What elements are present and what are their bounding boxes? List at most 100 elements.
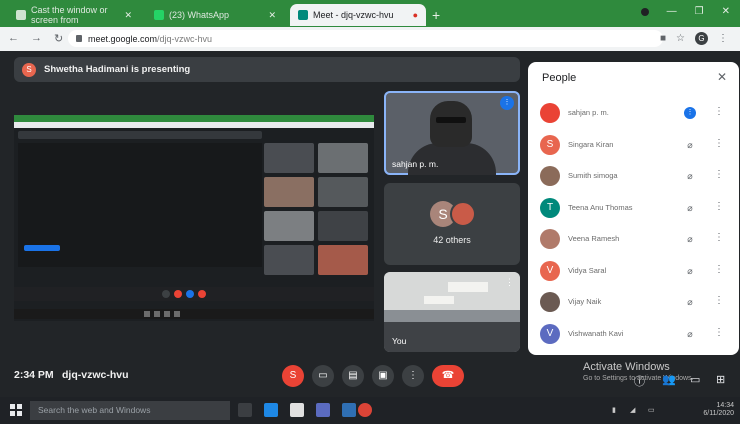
store-icon[interactable] <box>290 403 304 417</box>
more-vert-icon[interactable]: ⋮ <box>714 106 724 117</box>
menu-kebab-icon[interactable]: ⋮ <box>718 33 728 44</box>
url-bar[interactable]: meet.google.com/djq-vzwc-hvu <box>68 30 663 47</box>
chat-icon[interactable]: ▭ <box>690 373 700 386</box>
leave-call-button[interactable]: ☎ <box>432 365 464 387</box>
participant-row[interactable]: Veena Ramesh ⌀ ⋮ <box>538 228 728 250</box>
participant-name: sahjan p. m. <box>392 159 439 169</box>
back-icon[interactable]: ← <box>8 32 19 45</box>
participant-tile-self[interactable]: ⋮ You <box>384 272 520 352</box>
participant-tile-speaker[interactable]: ⋮ sahjan p. m. <box>384 91 520 175</box>
camera-permission-icon[interactable]: ■ <box>660 33 666 44</box>
close-tab-icon[interactable]: ✕ <box>268 10 276 21</box>
close-tab-icon[interactable]: ✕ <box>124 10 132 21</box>
people-icon[interactable]: 👥 <box>662 373 676 386</box>
camera-button[interactable]: ▭ <box>312 365 334 387</box>
self-video-light <box>424 296 454 304</box>
close-tab-icon[interactable]: ● <box>413 10 418 20</box>
more-vert-icon[interactable]: ⋮ <box>714 201 724 212</box>
mic-muted-icon[interactable]: ⌀ <box>684 296 696 308</box>
lock-icon <box>76 35 82 42</box>
speaking-indicator-icon: ⋮ <box>500 96 514 110</box>
participant-name: You <box>392 336 407 346</box>
participant-avatar: T <box>540 197 560 218</box>
mic-muted-icon[interactable]: ⌀ <box>684 170 696 182</box>
tile-more-icon[interactable]: ⋮ <box>505 277 514 288</box>
shared-tab-strip <box>14 115 374 122</box>
more-vert-icon: ⋮ <box>408 370 418 381</box>
forward-icon[interactable]: → <box>31 32 42 45</box>
windows-start-icon[interactable] <box>10 404 22 416</box>
battery-icon[interactable]: ▭ <box>648 406 655 414</box>
shared-tile <box>264 177 314 207</box>
browser-tab-whatsapp[interactable]: (23) WhatsApp ✕ <box>146 4 284 26</box>
system-clock[interactable]: 14:34 6/11/2020 <box>703 402 734 418</box>
shared-tile <box>264 211 314 241</box>
bookmark-star-icon[interactable]: ☆ <box>676 33 685 44</box>
network-icon[interactable]: ▮ <box>612 406 616 414</box>
browser-tab-meet[interactable]: Meet - djq-vzwc-hvu ● <box>290 4 426 26</box>
taskbar-search[interactable]: Search the web and Windows <box>30 401 230 420</box>
participant-avatar: S <box>540 134 560 155</box>
clock-date: 6/11/2020 <box>703 410 734 417</box>
task-view-icon[interactable] <box>238 403 252 417</box>
teams-icon[interactable] <box>316 403 330 417</box>
nav-buttons: ← → ↻ <box>8 32 63 45</box>
participant-row[interactable]: sahjan p. m. ⋮ ⋮ <box>538 102 728 124</box>
meet-stage: S Shwetha Hadimani is presenting ⋮ sahja… <box>0 51 740 397</box>
participant-tile-others[interactable]: S 42 others <box>384 183 520 265</box>
mic-active-icon[interactable]: ⋮ <box>684 107 696 119</box>
captions-toggle-button[interactable]: ▤ <box>342 365 364 387</box>
maximize-button[interactable]: ❐ <box>695 6 704 17</box>
captions-button[interactable]: S <box>282 365 304 387</box>
tab-title: Cast the window or screen from <box>31 5 108 25</box>
shared-address-bar <box>14 122 374 128</box>
app-icon[interactable] <box>342 403 356 417</box>
edge-icon[interactable] <box>264 403 278 417</box>
participant-row[interactable]: V Vidya Saral ⌀ ⋮ <box>538 260 728 282</box>
participant-name: Teena Anu Thomas <box>568 202 633 212</box>
mic-muted-icon[interactable]: ⌀ <box>684 265 696 277</box>
more-vert-icon[interactable]: ⋮ <box>714 232 724 243</box>
participant-row[interactable]: Sumith simoga ⌀ ⋮ <box>538 165 728 187</box>
mic-muted-icon[interactable]: ⌀ <box>684 233 696 245</box>
url-host: meet.google.com/djq-vzwc-hvu <box>88 33 213 44</box>
browser-tab-cast[interactable]: Cast the window or screen from ✕ <box>8 4 140 26</box>
presenter-initial-icon: S <box>289 370 297 381</box>
minimize-button[interactable]: — <box>667 6 677 17</box>
participant-avatar <box>540 166 560 186</box>
info-icon[interactable]: ⓘ <box>634 373 645 389</box>
new-tab-button[interactable]: + <box>432 7 440 23</box>
participant-avatar <box>540 292 560 312</box>
mic-muted-icon[interactable]: ⌀ <box>684 202 696 214</box>
window-controls: — ❐ ✕ <box>640 6 730 17</box>
more-vert-icon[interactable]: ⋮ <box>714 138 724 149</box>
mic-muted-icon[interactable]: ⌀ <box>684 328 696 340</box>
shared-tile <box>264 245 314 275</box>
reload-icon[interactable]: ↻ <box>54 32 63 45</box>
volume-icon[interactable]: ◢ <box>630 406 635 414</box>
self-video-light <box>448 282 488 292</box>
more-options-button[interactable]: ⋮ <box>402 365 424 387</box>
participant-row[interactable]: V Vishwanath Kavi ⌀ ⋮ <box>538 323 728 345</box>
present-now-button[interactable]: ▣ <box>372 365 394 387</box>
more-vert-icon[interactable]: ⋮ <box>714 264 724 275</box>
close-panel-icon[interactable]: ✕ <box>717 70 727 84</box>
tab-title: Meet - djq-vzwc-hvu <box>313 10 394 20</box>
close-window-button[interactable]: ✕ <box>722 6 730 17</box>
more-vert-icon[interactable]: ⋮ <box>714 169 724 180</box>
participant-row[interactable]: S Singara Kiran ⌀ ⋮ <box>538 134 728 156</box>
activities-icon[interactable]: ⊞ <box>716 373 725 386</box>
chrome-icon[interactable] <box>358 403 372 417</box>
shared-tile <box>318 143 368 173</box>
others-avatar-photo <box>450 201 476 227</box>
others-count: 42 others <box>433 235 471 245</box>
participant-row[interactable]: Vijay Naik ⌀ ⋮ <box>538 291 728 313</box>
participant-row[interactable]: T Teena Anu Thomas ⌀ ⋮ <box>538 197 728 219</box>
more-vert-icon[interactable]: ⋮ <box>714 327 724 338</box>
shared-tile <box>318 211 368 241</box>
more-vert-icon[interactable]: ⋮ <box>714 295 724 306</box>
toolbar-right-icons: ■ ☆ G ⋮ <box>660 32 728 45</box>
profile-icon[interactable] <box>640 8 649 16</box>
mic-muted-icon[interactable]: ⌀ <box>684 139 696 151</box>
profile-avatar[interactable]: G <box>695 32 708 45</box>
